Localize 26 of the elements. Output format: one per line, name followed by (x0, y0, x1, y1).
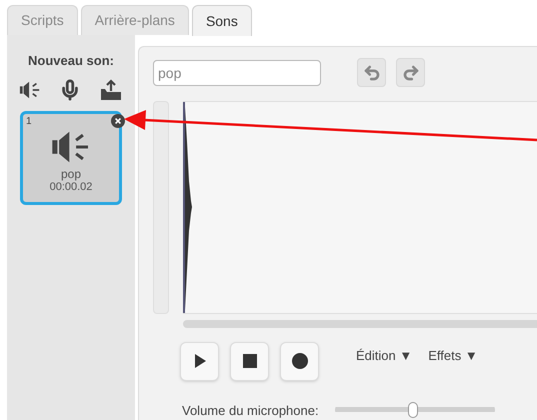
sound-card[interactable]: 1 pop 00:00.02 (20, 110, 122, 204)
stop-button[interactable] (230, 342, 269, 380)
slider-thumb[interactable] (408, 402, 418, 418)
microphone-volume-label: Volume du microphone: (182, 402, 319, 420)
horizontal-scrollbar[interactable] (183, 320, 537, 328)
stop-icon (242, 353, 258, 369)
record-icon (292, 353, 308, 369)
sound-name: pop (60, 168, 82, 180)
new-sound-label: Nouveau son: (28, 52, 114, 70)
redo-icon (402, 64, 420, 82)
undo-button[interactable] (357, 58, 386, 87)
redo-button[interactable] (396, 58, 425, 87)
record-button[interactable] (280, 342, 319, 380)
menu-button[interactable]: Effets ▼ (428, 346, 478, 365)
speaker-icon[interactable] (19, 80, 41, 100)
upload-icon[interactable] (99, 78, 123, 100)
undo-icon (362, 64, 380, 82)
play-button[interactable] (180, 342, 219, 380)
sound-name-field[interactable]: pop (153, 60, 321, 86)
tab[interactable]: Sons (192, 5, 252, 36)
microphone-icon[interactable] (59, 78, 81, 100)
zoom-scrollbar[interactable] (153, 101, 169, 314)
close-icon[interactable] (111, 114, 125, 128)
menu-button[interactable]: Édition ▼ (356, 346, 412, 365)
sound-duration: 00:00.02 (50, 180, 92, 192)
sound-number: 1 (26, 114, 32, 128)
